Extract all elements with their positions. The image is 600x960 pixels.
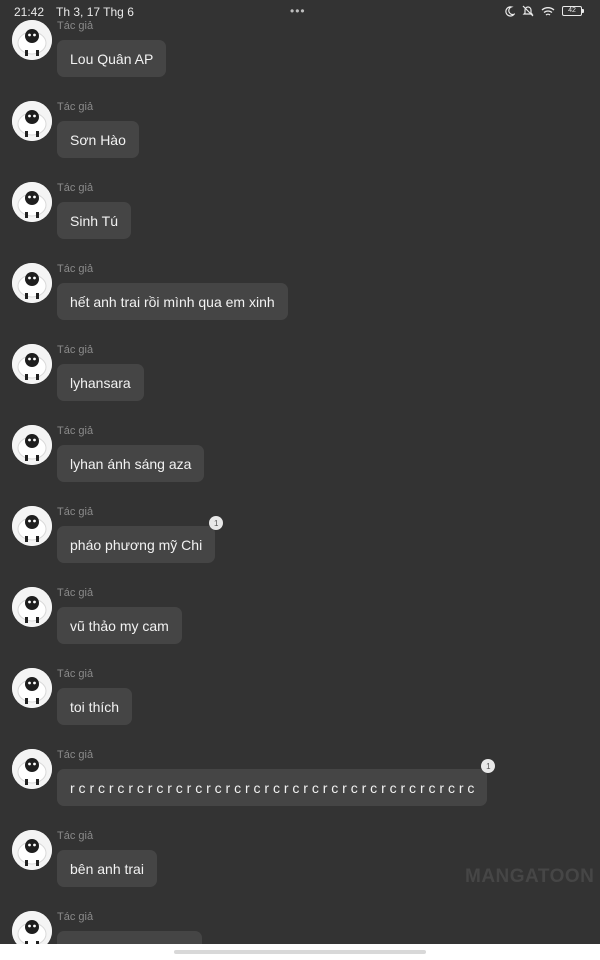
system-icons: 42 [504, 5, 584, 17]
avatar[interactable] [12, 668, 52, 708]
message-bubble[interactable]: vũ thảo my cam [57, 607, 182, 644]
message-feed[interactable]: Tác giả Lou Quân AP Tác giả Sơn Hào Tác … [0, 0, 600, 960]
wifi-icon [541, 6, 555, 16]
reply-count-badge[interactable]: 1 [481, 759, 496, 773]
sheep-avatar-icon [12, 101, 52, 141]
avatar[interactable] [12, 506, 52, 546]
clock: 21:42 [14, 5, 45, 19]
date-label: Th 3, 17 Thg 6 [56, 5, 134, 19]
message-bubble[interactable]: hết anh trai rồi mình qua em xinh [57, 283, 288, 320]
message-item: Tác giả Sinh Tú [12, 182, 592, 263]
sheep-avatar-icon [12, 263, 52, 303]
home-indicator[interactable] [174, 950, 426, 954]
message-item: Tác giả Lou Quân AP [12, 20, 592, 101]
message-text: Sinh Tú [70, 212, 118, 229]
message-item: Tác giả lyhan ánh sáng aza [12, 425, 592, 506]
sheep-avatar-icon [12, 830, 52, 870]
message-item: Tác giả pháo phương mỹ Chi 1 [12, 506, 592, 587]
author-label: Tác giả [57, 506, 94, 518]
message-bubble[interactable]: Lou Quân AP [57, 40, 167, 77]
avatar[interactable] [12, 344, 52, 384]
avatar[interactable] [12, 749, 52, 789]
battery-icon: 42 [562, 6, 584, 16]
message-item: Tác giả Sơn Hào [12, 101, 592, 182]
message-bubble[interactable]: r c r c r c r c r c r c r c r c r c r c … [57, 759, 496, 806]
author-label: Tác giả [57, 425, 94, 437]
message-item: Tác giả r c r c r c r c r c r c r c r c … [12, 749, 592, 830]
message-item: Tác giả hết anh trai rồi mình qua em xin… [12, 263, 592, 344]
status-bar: 21:42 Th 3, 17 Thg 6 ••• 42 [0, 0, 600, 24]
avatar[interactable] [12, 830, 52, 870]
author-label: Tác giả [57, 749, 94, 761]
message-bubble[interactable]: lyhan ánh sáng aza [57, 445, 205, 482]
message-text: r c r c r c r c r c r c r c r c r c r c … [70, 779, 475, 796]
sheep-avatar-icon [12, 425, 52, 465]
sheep-avatar-icon [12, 668, 52, 708]
sheep-avatar-icon [12, 20, 52, 60]
avatar[interactable] [12, 263, 52, 303]
author-label: Tác giả [57, 263, 94, 275]
message-item: Tác giả vũ thảo my cam [12, 587, 592, 668]
avatar[interactable] [12, 101, 52, 141]
message-item: Tác giả toi thích [12, 668, 592, 749]
avatar[interactable] [12, 587, 52, 627]
message-text: vũ thảo my cam [70, 617, 169, 634]
bell-muted-icon [522, 5, 534, 17]
sheep-avatar-icon [12, 587, 52, 627]
author-label: Tác giả [57, 911, 94, 923]
sheep-avatar-icon [12, 182, 52, 222]
author-label: Tác giả [57, 587, 94, 599]
moon-icon [505, 5, 515, 17]
message-text: Sơn Hào [70, 131, 126, 148]
message-bubble[interactable]: Sơn Hào [57, 121, 139, 158]
sheep-avatar-icon [12, 506, 52, 546]
avatar[interactable] [12, 425, 52, 465]
message-text: toi thích [70, 698, 120, 715]
message-text: Lou Quân AP [70, 50, 154, 67]
message-bubble[interactable]: toi thích [57, 688, 133, 725]
author-label: Tác giả [57, 344, 94, 356]
message-text: bên anh trai [70, 860, 144, 877]
message-bubble[interactable]: lyhansara [57, 364, 144, 401]
message-text: pháo phương mỹ Chi [70, 536, 203, 553]
message-bubble[interactable]: pháo phương mỹ Chi 1 [57, 516, 224, 563]
message-bubble[interactable]: Sinh Tú [57, 202, 131, 239]
avatar[interactable] [12, 182, 52, 222]
message-text: lyhan ánh sáng aza [70, 455, 192, 472]
message-text: lyhansara [70, 374, 131, 391]
author-label: Tác giả [57, 668, 94, 680]
message-item: Tác giả lyhansara [12, 344, 592, 425]
message-bubble[interactable]: bên anh trai [57, 850, 157, 887]
author-label: Tác giả [57, 101, 94, 113]
sheep-avatar-icon [12, 344, 52, 384]
mangatoon-watermark: MANGATOON [465, 866, 595, 887]
author-label: Tác giả [57, 182, 94, 194]
message-text: hết anh trai rồi mình qua em xinh [70, 293, 275, 310]
sheep-avatar-icon [12, 749, 52, 789]
author-label: Tác giả [57, 830, 94, 842]
reply-count-badge[interactable]: 1 [209, 516, 224, 530]
more-dots-icon[interactable]: ••• [290, 4, 306, 18]
avatar[interactable] [12, 20, 52, 60]
